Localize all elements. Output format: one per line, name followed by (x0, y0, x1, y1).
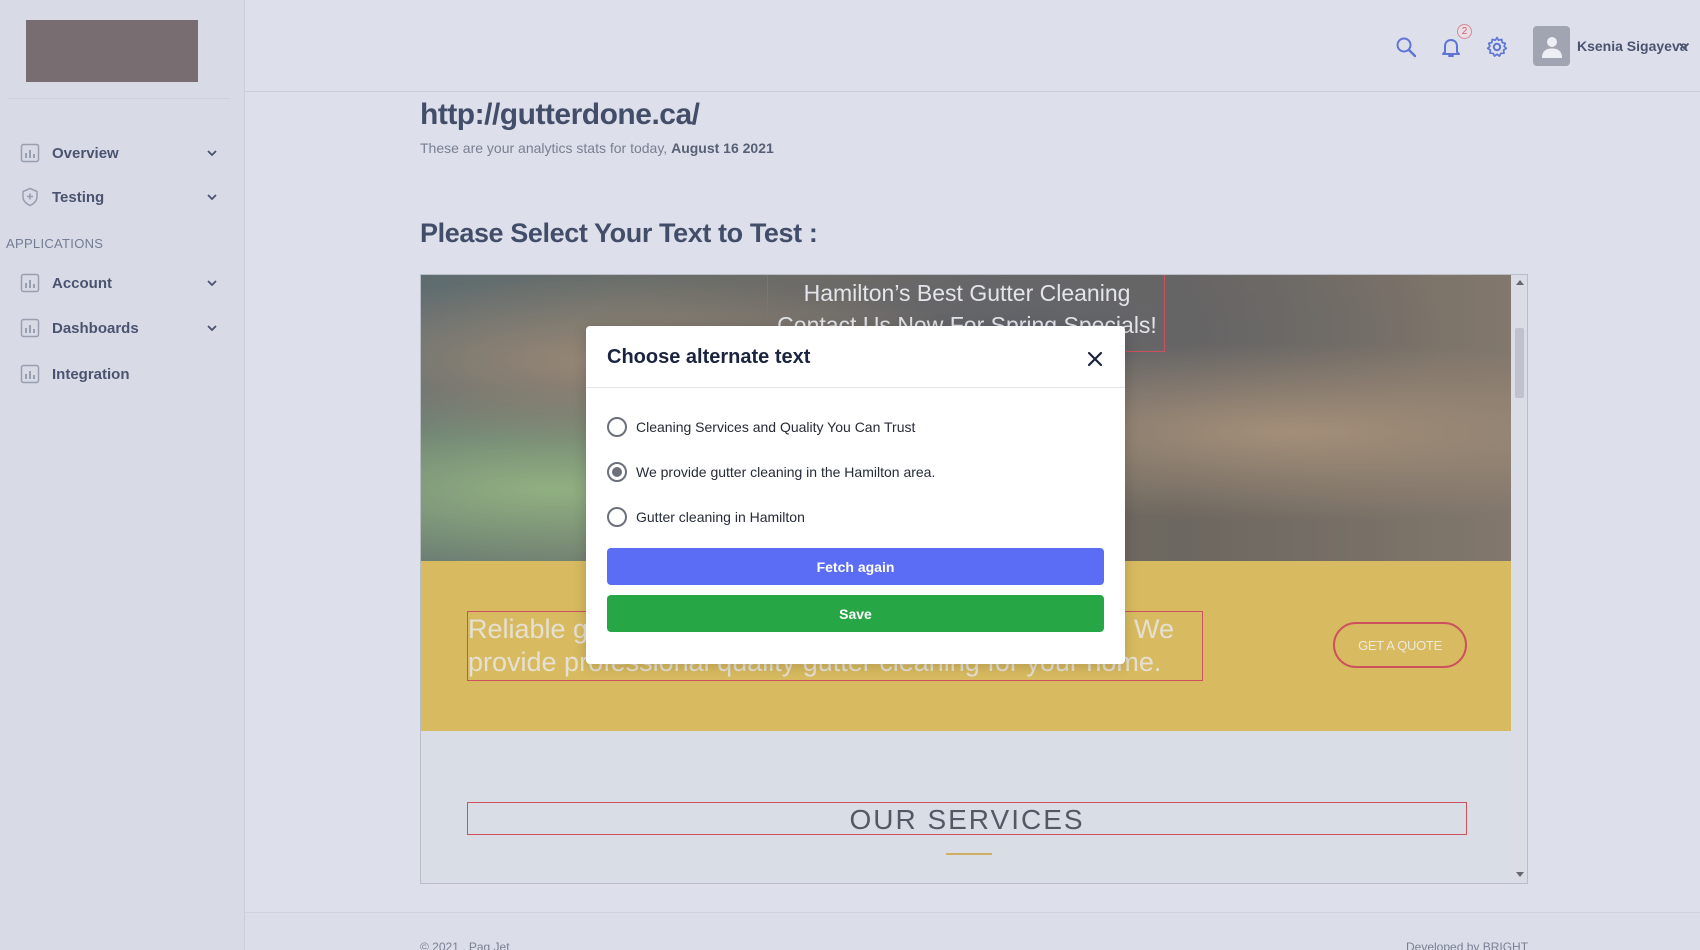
fetch-again-button[interactable]: Fetch again (607, 548, 1104, 585)
dialog-divider (586, 387, 1125, 388)
option-label: Cleaning Services and Quality You Can Tr… (636, 419, 916, 435)
option-label: We provide gutter cleaning in the Hamilt… (636, 464, 936, 480)
choose-alternate-text-dialog: Choose alternate text Cleaning Services … (586, 326, 1125, 664)
save-button[interactable]: Save (607, 595, 1104, 632)
dialog-title: Choose alternate text (607, 346, 811, 368)
alternate-text-option[interactable]: We provide gutter cleaning in the Hamilt… (607, 459, 1087, 485)
close-icon[interactable] (1084, 348, 1106, 370)
radio-button[interactable] (607, 507, 627, 527)
alternate-text-option[interactable]: Gutter cleaning in Hamilton (607, 504, 1087, 530)
radio-button[interactable] (607, 417, 627, 437)
alternate-text-option[interactable]: Cleaning Services and Quality You Can Tr… (607, 414, 1087, 440)
option-label: Gutter cleaning in Hamilton (636, 509, 805, 525)
radio-button-selected[interactable] (607, 462, 627, 482)
